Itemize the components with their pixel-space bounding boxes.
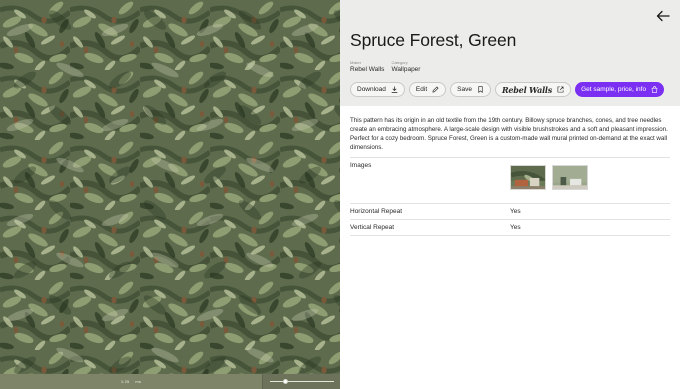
brand-link-button[interactable]: Rebel Walls	[494, 82, 572, 97]
scale-label: 1:25	[120, 379, 130, 384]
page-title: Spruce Forest, Green	[350, 30, 517, 50]
panel-header: Spruce Forest, Green Maker Rebel Walls C…	[340, 0, 680, 106]
bookmark-icon	[478, 86, 483, 93]
download-label: Download	[357, 86, 386, 93]
details-panel: Spruce Forest, Green Maker Rebel Walls C…	[340, 0, 680, 389]
horizontal-repeat-value: Yes	[510, 208, 521, 215]
download-icon	[391, 86, 398, 93]
product-meta: Maker Rebel Walls Category Wallpaper	[350, 60, 420, 73]
vertical-repeat-value: Yes	[510, 224, 521, 231]
get-sample-button[interactable]: Get sample, price, info	[575, 82, 665, 97]
vertical-repeat-label: Vertical Repeat	[350, 224, 395, 231]
room-image-thumbnail-1[interactable]	[510, 165, 546, 190]
pencil-icon	[432, 86, 439, 93]
spruce-forest-pattern	[0, 0, 340, 374]
table-row-images: Images	[350, 158, 670, 204]
zoom-slider-thumb[interactable]	[283, 379, 288, 384]
images-label: Images	[350, 162, 372, 169]
meta-maker: Maker Rebel Walls	[350, 60, 384, 73]
pattern-preview[interactable]: 1:25 ms	[0, 0, 340, 389]
table-row: Vertical Repeat Yes	[350, 220, 670, 236]
panel-content: This pattern has its origin in an old te…	[340, 106, 680, 236]
product-description: This pattern has its origin in an old te…	[350, 117, 668, 151]
action-bar: Download Edit Save Rebel Walls Get sampl…	[350, 82, 665, 97]
shopping-bag-icon	[651, 86, 658, 93]
preview-toolbar: 1:25 ms	[0, 374, 340, 389]
meta-category-value: Wallpaper	[391, 66, 421, 73]
edit-label: Edit	[415, 86, 428, 93]
zoom-slider-track	[270, 381, 334, 382]
table-row: Horizontal Repeat Yes	[350, 204, 670, 220]
brand-logo: Rebel Walls	[501, 84, 553, 95]
arrow-left-icon	[656, 10, 670, 22]
room-photo-1	[511, 166, 545, 189]
meta-maker-key: Maker	[350, 60, 362, 65]
horizontal-repeat-label: Horizontal Repeat	[350, 208, 403, 215]
room-photo-2	[553, 166, 587, 189]
back-button[interactable]	[656, 9, 670, 22]
save-label: Save	[457, 86, 472, 93]
zoom-slider[interactable]	[262, 374, 340, 389]
image-thumbnails	[510, 158, 588, 203]
scale-indicator: 1:25 ms	[0, 379, 262, 384]
edit-button[interactable]: Edit	[408, 82, 447, 97]
details-table: Images Horizontal Repeat Yes Vertical Re…	[350, 157, 670, 236]
save-button[interactable]: Save	[450, 82, 491, 97]
scale-unit: ms	[135, 379, 142, 384]
meta-maker-value: Rebel Walls	[350, 66, 385, 73]
meta-category: Category Wallpaper	[391, 60, 420, 73]
room-image-thumbnail-2[interactable]	[552, 165, 588, 190]
get-sample-label: Get sample, price, info	[581, 86, 647, 93]
download-button[interactable]: Download	[350, 82, 405, 97]
meta-category-key: Category	[391, 60, 408, 65]
external-link-icon	[557, 86, 564, 93]
